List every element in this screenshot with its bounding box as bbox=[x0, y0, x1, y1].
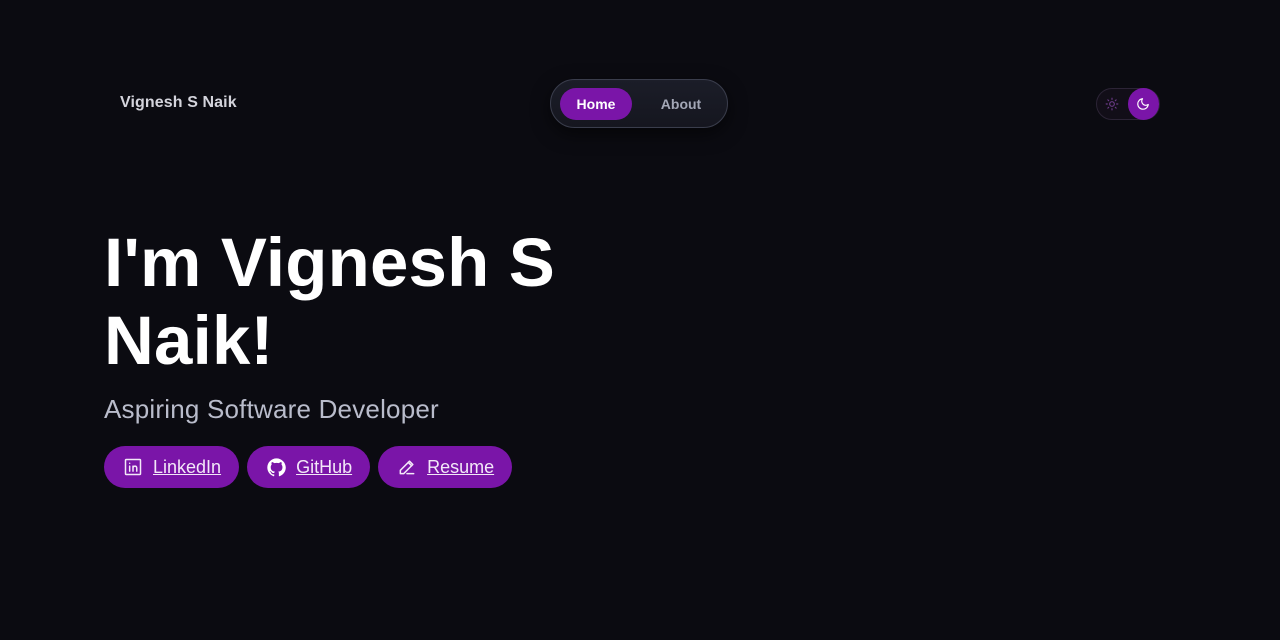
main-nav: Home About bbox=[550, 79, 728, 128]
moon-icon bbox=[1137, 98, 1150, 110]
github-icon bbox=[265, 456, 287, 478]
nav-item-about[interactable]: About bbox=[636, 88, 726, 120]
brand-logo-text[interactable]: Vignesh S Naik bbox=[120, 94, 237, 112]
page: Vignesh S Naik Home About I'm Vignesh S … bbox=[0, 0, 1280, 640]
linkedin-label: LinkedIn bbox=[153, 456, 222, 477]
nav-item-home[interactable]: Home bbox=[560, 87, 632, 120]
hero-subtitle: Aspiring Software Developer bbox=[104, 394, 439, 424]
hero-title: I'm Vignesh S Naik! bbox=[104, 224, 556, 379]
social-links: LinkedIn GitHub Resume bbox=[104, 446, 513, 488]
resume-label: Resume bbox=[427, 456, 495, 477]
pencil-icon bbox=[396, 456, 418, 478]
sun-icon bbox=[1105, 97, 1119, 111]
dark-mode-option[interactable] bbox=[1127, 88, 1159, 120]
theme-toggle[interactable] bbox=[1096, 88, 1160, 120]
light-mode-option[interactable] bbox=[1097, 89, 1127, 119]
github-button[interactable]: GitHub bbox=[247, 446, 371, 488]
resume-button[interactable]: Resume bbox=[378, 446, 513, 488]
linkedin-icon bbox=[122, 456, 144, 478]
linkedin-button[interactable]: LinkedIn bbox=[104, 446, 240, 488]
github-label: GitHub bbox=[296, 456, 353, 477]
